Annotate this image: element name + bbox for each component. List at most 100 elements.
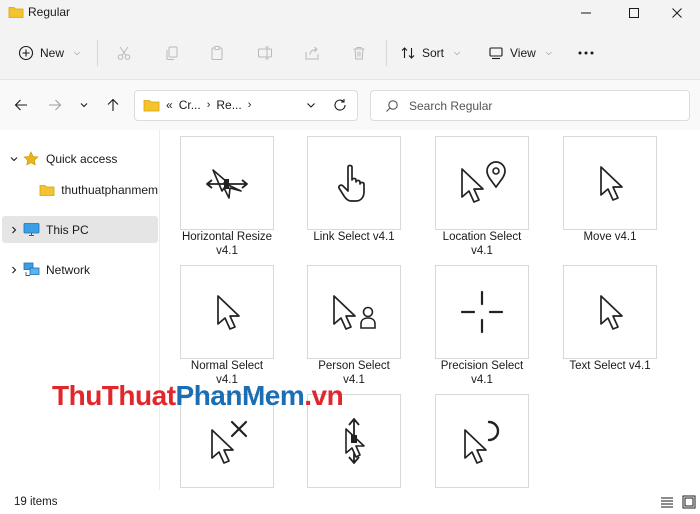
breadcrumb: « Cr... › Re... › xyxy=(143,98,251,112)
new-button[interactable]: New ⌵ xyxy=(18,37,80,69)
refresh-button[interactable] xyxy=(333,98,347,115)
sidebar-item-this-pc[interactable]: This PC xyxy=(2,216,158,243)
search-input[interactable] xyxy=(409,96,679,116)
large-icons-view-icon xyxy=(682,495,696,509)
sidebar-item-label: Quick access xyxy=(46,151,118,166)
search-box[interactable] xyxy=(370,90,690,121)
sidebar-item-network[interactable]: Network xyxy=(2,256,158,283)
share-button[interactable] xyxy=(296,37,328,69)
chevron-down-icon[interactable] xyxy=(6,154,22,164)
file-thumbnail xyxy=(307,265,401,359)
chevron-right-icon[interactable] xyxy=(6,265,22,275)
chevron-down-icon: ⌵ xyxy=(74,48,81,57)
watermark: ThuThuatPhanMem.vn xyxy=(52,380,344,411)
file-thumbnail xyxy=(563,265,657,359)
breadcrumb-item[interactable]: Cr... xyxy=(179,98,201,112)
cut-icon xyxy=(117,46,131,60)
file-item[interactable]: Location Select v4.1 xyxy=(417,130,545,258)
file-name: Precision Select v4.1 xyxy=(440,360,524,386)
file-name: Text Select v4.1 xyxy=(569,360,651,372)
file-name: Location Select v4.1 xyxy=(442,231,522,257)
sidebar-item-label: Network xyxy=(46,262,91,277)
arrow-up-icon xyxy=(107,98,119,111)
maximize-button[interactable] xyxy=(611,0,657,26)
file-item[interactable]: Horizontal Resize v4.1 xyxy=(162,130,290,258)
up-button[interactable] xyxy=(101,93,125,117)
chevron-down-icon: ⌵ xyxy=(454,48,461,57)
arrow-right-icon xyxy=(49,99,62,111)
file-thumbnail xyxy=(307,136,401,230)
person-select-cursor-icon xyxy=(333,295,376,330)
move-cursor-icon xyxy=(600,166,623,201)
network-icon xyxy=(22,262,40,278)
more-button[interactable] xyxy=(570,37,602,69)
view-button[interactable]: View ⌵ xyxy=(488,37,552,69)
minimize-icon xyxy=(581,12,591,14)
address-bar[interactable]: « Cr... › Re... › xyxy=(134,90,358,121)
file-item[interactable]: Link Select v4.1 xyxy=(289,130,417,258)
delete-icon xyxy=(353,47,365,60)
minimize-button[interactable] xyxy=(563,0,609,26)
file-thumbnail xyxy=(180,136,274,230)
file-item[interactable] xyxy=(417,388,545,490)
details-view-icon xyxy=(661,497,673,508)
sort-label: Sort xyxy=(422,46,445,60)
link-select-cursor-icon xyxy=(337,164,365,202)
working-cursor-icon xyxy=(464,420,500,464)
status-bar: 19 items xyxy=(0,490,700,514)
file-thumbnail xyxy=(180,265,274,359)
close-button[interactable] xyxy=(654,0,700,26)
view-label: View xyxy=(510,46,536,60)
sidebar-item-label: thuthuatphanmem xyxy=(61,182,158,197)
folder-icon xyxy=(39,182,55,198)
maximize-icon xyxy=(629,8,639,18)
window-title: Regular xyxy=(28,5,71,19)
breadcrumb-item[interactable]: Re... xyxy=(216,98,241,112)
rename-button[interactable] xyxy=(249,37,281,69)
search-icon xyxy=(385,99,399,116)
item-count: 19 items xyxy=(14,496,58,508)
arrow-left-icon xyxy=(14,99,27,111)
file-item[interactable]: Precision Select v4.1 xyxy=(417,259,545,387)
breadcrumb-separator-icon: › xyxy=(206,99,211,111)
folder-icon xyxy=(8,5,24,22)
paste-icon xyxy=(211,46,223,60)
chevron-right-icon[interactable] xyxy=(6,225,22,235)
file-thumbnail xyxy=(435,265,529,359)
file-name: Horizontal Resize v4.1 xyxy=(181,231,273,257)
forward-button[interactable] xyxy=(43,93,67,117)
chevron-down-icon xyxy=(307,103,315,108)
back-button[interactable] xyxy=(9,93,33,117)
cut-button[interactable] xyxy=(108,37,140,69)
sidebar-item-quick-access[interactable]: Quick access xyxy=(2,145,158,172)
folder-icon xyxy=(143,100,160,112)
sidebar-item-thuthuatphanmem[interactable]: thuthuatphanmem xyxy=(2,176,158,203)
file-item[interactable]: Move v4.1 xyxy=(545,130,673,258)
file-item[interactable]: Normal Select v4.1 xyxy=(162,259,290,387)
toolbar-divider xyxy=(386,40,387,66)
paste-button[interactable] xyxy=(201,37,233,69)
large-icons-view-button[interactable] xyxy=(682,495,696,512)
address-history-button[interactable] xyxy=(305,99,317,114)
navigation-pane: Quick access thuthuatphanmem This PC Net… xyxy=(0,130,160,490)
chevron-down-icon xyxy=(80,103,88,108)
star-icon xyxy=(22,150,40,167)
breadcrumb-separator-icon: › xyxy=(247,99,252,111)
delete-button[interactable] xyxy=(343,37,375,69)
plus-circle-icon xyxy=(18,45,34,61)
details-view-button[interactable] xyxy=(660,495,674,512)
vertical-resize-cursor-icon xyxy=(345,418,365,464)
file-item[interactable]: Text Select v4.1 xyxy=(545,259,673,387)
breadcrumb-overflow[interactable]: « xyxy=(166,98,173,112)
normal-select-cursor-icon xyxy=(217,295,240,330)
recent-locations-button[interactable] xyxy=(72,93,96,117)
sort-button[interactable]: Sort ⌵ xyxy=(400,37,460,69)
share-icon xyxy=(305,46,319,60)
file-item[interactable]: Person Select v4.1 xyxy=(289,259,417,387)
computer-icon xyxy=(22,222,40,238)
more-icon xyxy=(578,51,594,55)
file-thumbnail xyxy=(563,136,657,230)
toolbar-divider xyxy=(97,40,98,66)
copy-button[interactable] xyxy=(156,37,188,69)
file-thumbnail xyxy=(435,394,529,488)
